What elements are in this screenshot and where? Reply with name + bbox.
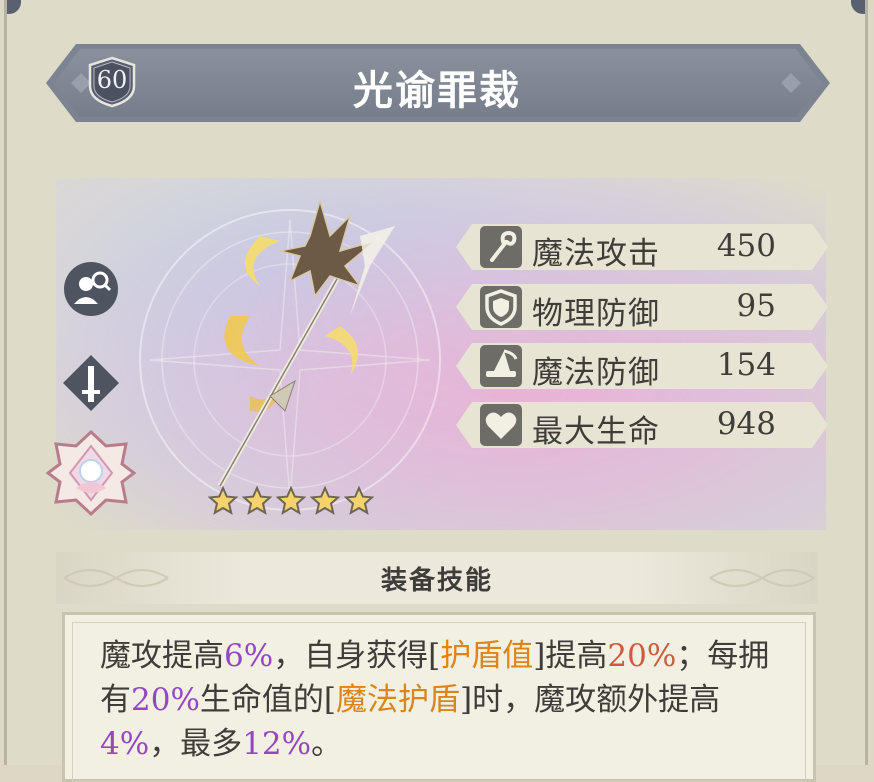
star-icon: [208, 486, 238, 515]
skill-value-highlight: 20%: [607, 638, 677, 674]
skill-text-segment: 魔攻提高: [100, 638, 224, 674]
skill-text-segment: 生命值的[: [199, 682, 337, 718]
stat-label: 物理防御: [532, 296, 660, 332]
stat-value: 948: [716, 406, 776, 442]
star-icon: [344, 486, 374, 515]
star-icon: [276, 486, 306, 515]
star-icon: [310, 486, 340, 515]
frame-corner-left: [7, 0, 21, 14]
skill-text-segment: ]提高: [533, 638, 608, 674]
staff-weapon-illustration: [217, 198, 395, 488]
skill-text-segment: 。: [311, 726, 343, 762]
stat-row-max-hp: 最大生命 948: [456, 402, 828, 450]
skill-keyword-highlight: 护盾值: [440, 638, 534, 674]
star-icon: [242, 486, 272, 515]
skill-keyword-highlight: 魔法护盾: [336, 682, 461, 718]
stat-value: 154: [716, 347, 776, 383]
stat-label: 魔法攻击: [532, 236, 660, 272]
stat-label: 魔法防御: [532, 355, 660, 391]
staff-icon: [480, 226, 522, 268]
sword-diamond-icon[interactable]: [62, 354, 120, 412]
stat-row-magic-defense: 魔法防御 154: [456, 343, 828, 391]
skill-text-segment: ，最多: [149, 726, 243, 762]
weapon-name: 光谕罪裁: [353, 67, 521, 114]
skill-section-title: 装备技能: [380, 566, 493, 596]
lotus-emblem-icon[interactable]: [46, 428, 136, 518]
skill-text-segment: ，自身获得[: [273, 638, 441, 674]
stat-label: 最大生命: [532, 414, 660, 450]
shield-icon: [480, 286, 522, 328]
star-rating: [208, 486, 378, 516]
stat-row-magic-attack: 魔法攻击 450: [456, 224, 828, 272]
skill-value-highlight: 12%: [242, 726, 312, 762]
stat-value: 95: [736, 288, 776, 324]
stat-value: 450: [716, 228, 776, 264]
wizard-hat-icon: [480, 345, 522, 387]
skill-value-highlight: 4%: [100, 726, 150, 762]
frame-corner-right: [851, 0, 865, 14]
heart-icon: [480, 404, 522, 446]
skill-text-segment: ]时，魔攻额外提高: [460, 682, 721, 718]
stat-row-physical-defense: 物理防御 95: [456, 284, 828, 332]
inspect-character-icon[interactable]: [62, 260, 120, 318]
skill-description: 魔攻提高6%，自身获得[护盾值]提高20%；每拥有20%生命值的[魔法护盾]时，…: [100, 634, 800, 766]
skill-value-highlight: 20%: [131, 682, 200, 718]
skill-value-highlight: 6%: [224, 638, 274, 674]
